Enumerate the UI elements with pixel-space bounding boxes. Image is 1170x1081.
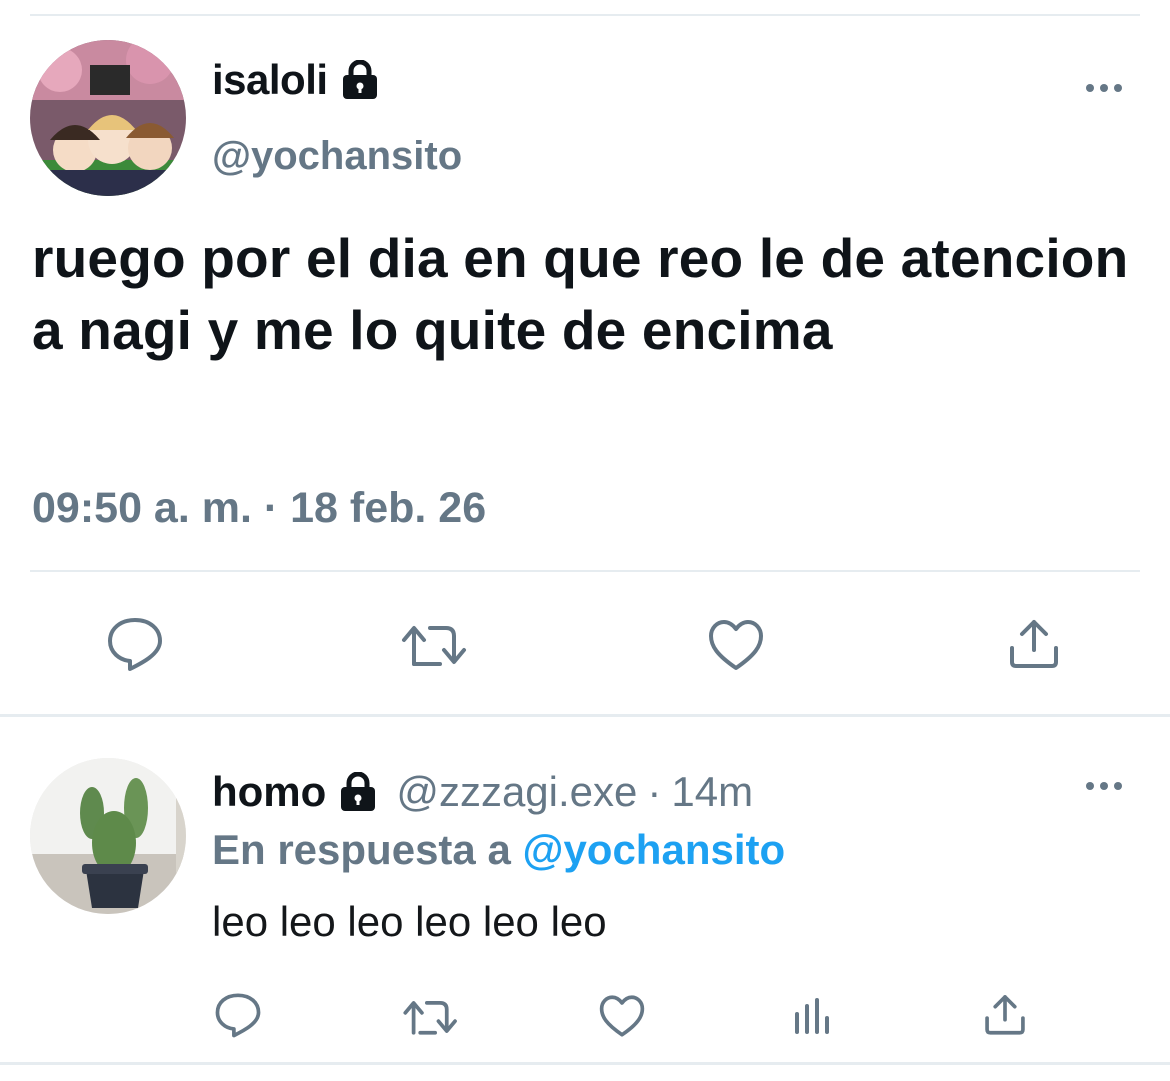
tweet-text: ruego por el dia en que reo le de atenci… <box>32 227 1129 361</box>
display-name-row: isaloli <box>212 56 382 104</box>
mention-link[interactable]: @yochansito <box>522 826 785 873</box>
avatar[interactable] <box>30 758 186 914</box>
retweet-icon[interactable] <box>400 620 470 670</box>
analytics-icon[interactable] <box>792 996 832 1036</box>
avatar-image <box>30 758 186 914</box>
replying-prefix: En respuesta a <box>212 826 511 873</box>
display-name[interactable]: homo <box>212 768 326 816</box>
divider <box>0 1062 1170 1065</box>
retweet-icon[interactable] <box>402 996 460 1038</box>
like-icon[interactable] <box>598 994 646 1038</box>
more-icon[interactable] <box>1084 778 1124 794</box>
divider <box>30 570 1140 572</box>
lock-icon <box>338 60 382 100</box>
lock-icon <box>336 772 380 812</box>
display-name[interactable]: isaloli <box>212 56 328 104</box>
handle[interactable]: @yochansito <box>212 134 462 179</box>
tweet-timestamp[interactable]: 09:50 a. m. · 18 feb. 26 <box>32 484 486 533</box>
replying-to: En respuesta a @yochansito <box>212 826 785 874</box>
avatar-image <box>30 40 186 196</box>
handle[interactable]: @zzzagi.exe <box>396 768 637 816</box>
reply-text: leo leo leo leo leo leo <box>212 898 607 945</box>
more-icon[interactable] <box>1084 80 1124 96</box>
separator-dot: · <box>647 768 662 815</box>
divider <box>0 714 1170 717</box>
reply-icon[interactable] <box>106 616 164 672</box>
like-icon[interactable] <box>707 618 765 672</box>
reply-header: homo @zzzagi.exe · 14m <box>212 768 753 816</box>
top-divider <box>30 14 1140 16</box>
share-icon[interactable] <box>1006 616 1062 670</box>
share-icon[interactable] <box>982 992 1028 1036</box>
relative-time[interactable]: 14m <box>671 768 753 816</box>
avatar[interactable] <box>30 40 186 196</box>
reply-icon[interactable] <box>214 992 262 1038</box>
